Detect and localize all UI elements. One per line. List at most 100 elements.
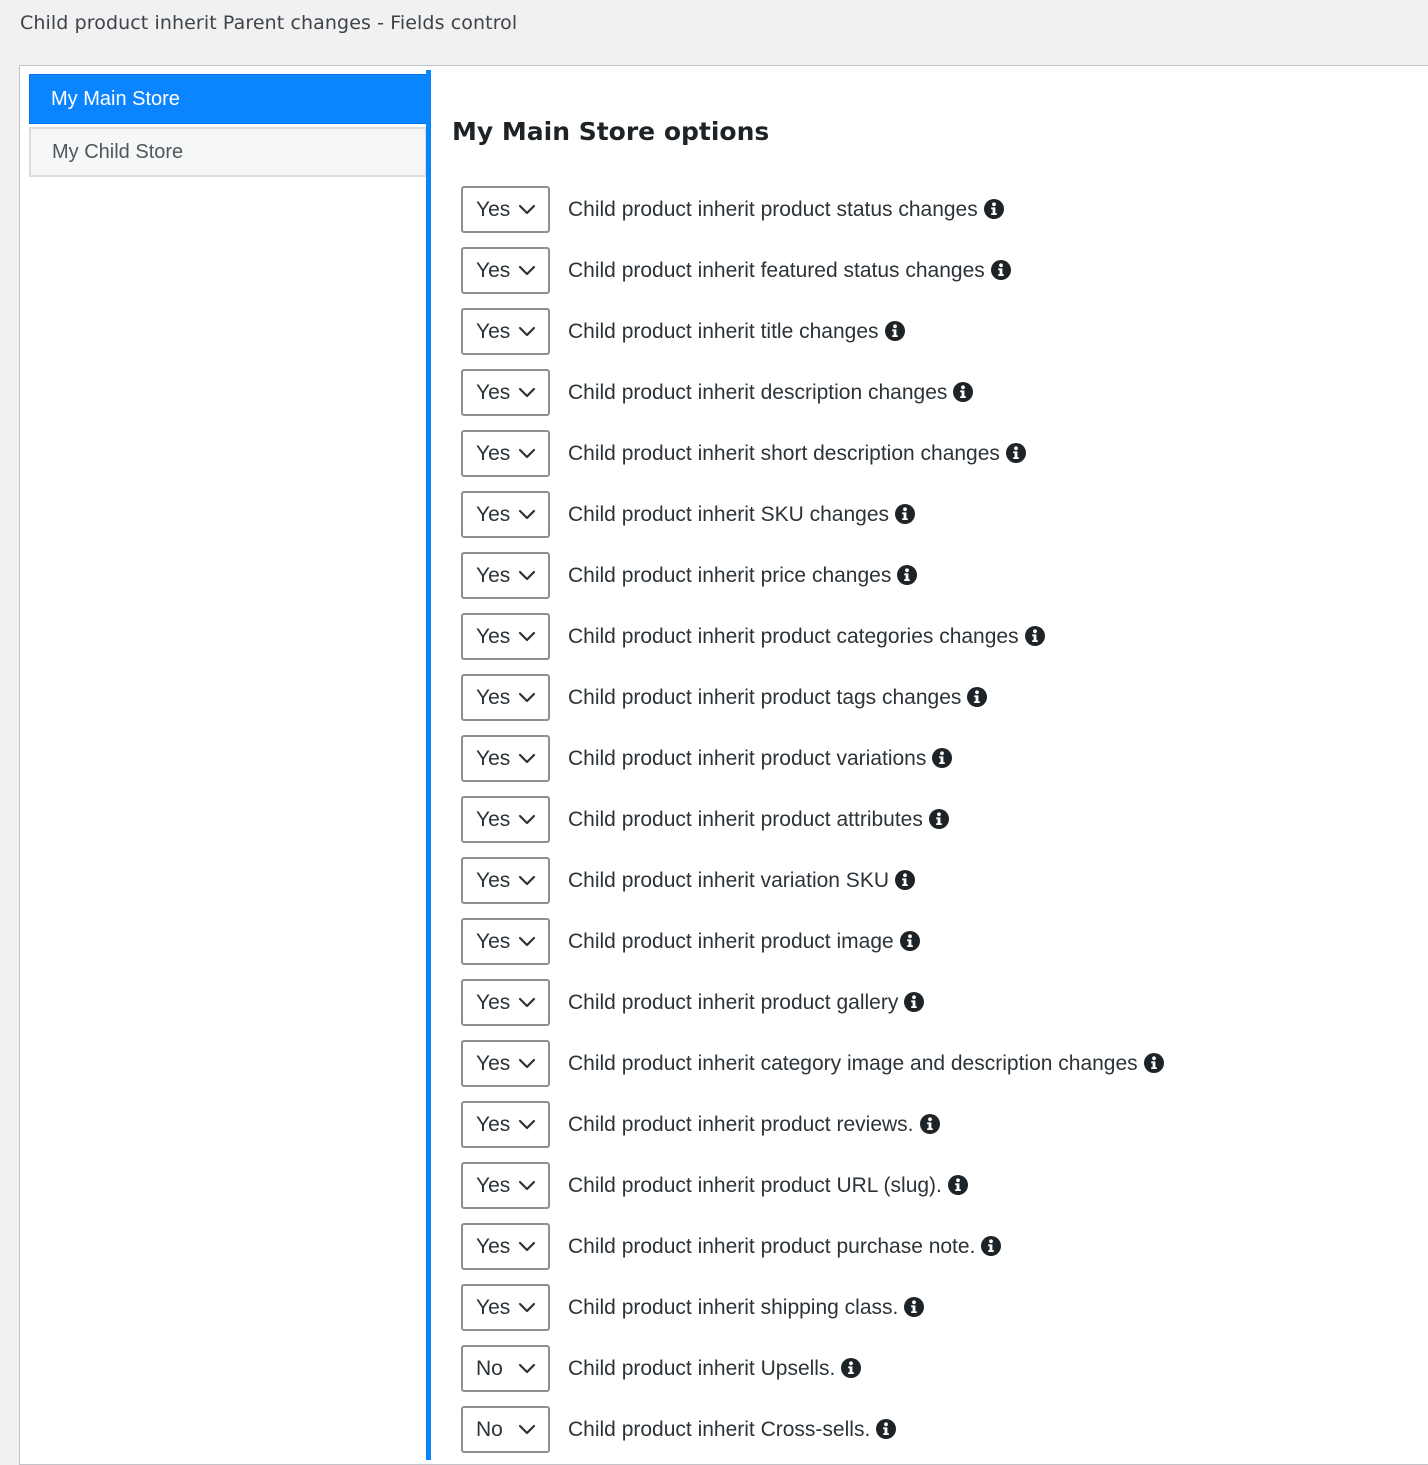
- option-label-text: Child product inherit product URL (slug)…: [568, 1173, 942, 1197]
- inherit-select[interactable]: Yes: [461, 1223, 550, 1270]
- inherit-select[interactable]: Yes: [461, 735, 550, 782]
- chevron-down-icon: [518, 753, 536, 764]
- option-row: Yes Child product inherit product attribu…: [461, 789, 1164, 850]
- select-value: No: [476, 1417, 503, 1441]
- chevron-down-icon: [518, 570, 536, 581]
- option-label-text: Child product inherit SKU changes: [568, 502, 890, 526]
- info-circle-icon[interactable]: [895, 869, 915, 890]
- option-row: Yes Child product inherit featured status…: [461, 240, 1164, 301]
- info-circle-icon[interactable]: [932, 747, 953, 768]
- inherit-select[interactable]: Yes: [461, 552, 550, 599]
- info-circle-icon[interactable]: [981, 1235, 1002, 1256]
- option-label: Child product inherit product purchase n…: [568, 1235, 1002, 1259]
- inherit-select[interactable]: No: [461, 1406, 550, 1453]
- chevron-down-icon: [518, 265, 536, 276]
- select-value: Yes: [476, 1051, 511, 1075]
- option-label-text: Child product inherit product categories…: [568, 624, 1019, 648]
- info-circle-icon[interactable]: [899, 930, 920, 951]
- options-content: My Main Store options Yes Child product i…: [452, 112, 1412, 1453]
- inherit-select[interactable]: Yes: [461, 308, 550, 355]
- chevron-down-icon: [518, 1302, 536, 1313]
- inherit-select[interactable]: Yes: [461, 1101, 550, 1148]
- page-title: Child product inherit Parent changes - F…: [20, 12, 518, 34]
- chevron-down-icon: [518, 387, 536, 398]
- inherit-select[interactable]: Yes: [461, 796, 550, 843]
- inherit-select[interactable]: Yes: [461, 430, 550, 477]
- chevron-down-icon: [518, 1180, 536, 1191]
- inherit-select[interactable]: Yes: [461, 674, 550, 721]
- chevron-down-icon: [518, 631, 536, 642]
- chevron-down-icon: [518, 326, 536, 337]
- inherit-select[interactable]: Yes: [461, 1162, 550, 1209]
- info-circle-icon[interactable]: [1143, 1052, 1164, 1073]
- option-label-text: Child product inherit variation SKU: [568, 868, 889, 892]
- select-value: Yes: [476, 1173, 511, 1197]
- option-label-text: Child product inherit short description …: [568, 441, 1000, 465]
- info-circle-icon[interactable]: [841, 1357, 862, 1378]
- inherit-select[interactable]: Yes: [461, 369, 550, 416]
- option-label-text: Child product inherit description change…: [568, 380, 948, 404]
- option-label: Child product inherit product reviews.: [568, 1113, 940, 1137]
- select-value: Yes: [476, 746, 511, 770]
- inherit-select[interactable]: Yes: [461, 491, 550, 538]
- info-circle-icon[interactable]: [947, 1174, 968, 1195]
- info-circle-icon[interactable]: [904, 1296, 925, 1317]
- tab-my-child-store[interactable]: My Child Store: [29, 127, 427, 177]
- option-label-text: Child product inherit product attributes: [568, 807, 923, 831]
- info-circle-icon[interactable]: [1024, 625, 1045, 646]
- option-label: Child product inherit Cross-sells.: [568, 1417, 897, 1442]
- info-circle-icon[interactable]: [904, 991, 925, 1012]
- option-label-text: Child product inherit Cross-sells.: [568, 1417, 871, 1441]
- inherit-select[interactable]: Yes: [461, 857, 550, 904]
- info-circle-icon[interactable]: [884, 320, 905, 341]
- select-value: Yes: [476, 685, 511, 709]
- info-circle-icon[interactable]: [928, 808, 949, 829]
- inherit-select[interactable]: Yes: [461, 1284, 550, 1331]
- option-row: Yes Child product inherit product tags ch…: [461, 667, 1164, 728]
- info-circle-icon[interactable]: [1005, 442, 1026, 463]
- inherit-select[interactable]: Yes: [461, 918, 550, 965]
- info-circle-icon[interactable]: [895, 503, 916, 524]
- info-circle-icon[interactable]: [953, 381, 974, 402]
- option-row: Yes Child product inherit product URL (sl…: [461, 1155, 1164, 1216]
- info-circle-icon[interactable]: [919, 1113, 940, 1134]
- tab-my-main-store[interactable]: My Main Store: [29, 74, 427, 124]
- select-value: No: [476, 1356, 503, 1380]
- chevron-down-icon: [518, 997, 536, 1008]
- option-label-text: Child product inherit title changes: [568, 319, 879, 343]
- inherit-select[interactable]: No: [461, 1345, 550, 1392]
- chevron-down-icon: [518, 936, 536, 947]
- option-label: Child product inherit product gallery: [568, 991, 925, 1015]
- option-label: Child product inherit product tags chang…: [568, 686, 988, 710]
- option-label: Child product inherit product categories…: [568, 625, 1045, 649]
- option-label: Child product inherit SKU changes: [568, 502, 916, 527]
- select-value: Yes: [476, 441, 511, 465]
- option-row: Yes Child product inherit product status …: [461, 179, 1164, 240]
- info-circle-icon[interactable]: [967, 686, 988, 707]
- info-circle-icon[interactable]: [897, 564, 918, 585]
- option-row: Yes Child product inherit product categor…: [461, 606, 1164, 667]
- option-label: Child product inherit description change…: [568, 380, 974, 405]
- option-label: Child product inherit category image and…: [568, 1052, 1164, 1076]
- option-label: Child product inherit price changes: [568, 564, 918, 588]
- inherit-select[interactable]: Yes: [461, 247, 550, 294]
- option-label: Child product inherit product image: [568, 930, 920, 954]
- section-title: My Main Store options: [452, 117, 770, 146]
- info-circle-icon[interactable]: [983, 198, 1004, 219]
- option-row: Yes Child product inherit product image: [461, 911, 1164, 972]
- select-value: Yes: [476, 868, 511, 892]
- option-row: Yes Child product inherit product gallery: [461, 972, 1164, 1033]
- inherit-select[interactable]: Yes: [461, 1040, 550, 1087]
- chevron-down-icon: [518, 509, 536, 520]
- info-circle-icon[interactable]: [876, 1418, 897, 1439]
- info-circle-icon[interactable]: [990, 259, 1011, 280]
- inherit-select[interactable]: Yes: [461, 979, 550, 1026]
- inherit-select[interactable]: Yes: [461, 186, 550, 233]
- inherit-select[interactable]: Yes: [461, 613, 550, 660]
- option-label-text: Child product inherit product reviews.: [568, 1112, 914, 1136]
- chevron-down-icon: [518, 875, 536, 886]
- option-label: Child product inherit product URL (slug)…: [568, 1174, 968, 1198]
- select-value: Yes: [476, 1112, 511, 1136]
- select-value: Yes: [476, 563, 511, 587]
- chevron-down-icon: [518, 814, 536, 825]
